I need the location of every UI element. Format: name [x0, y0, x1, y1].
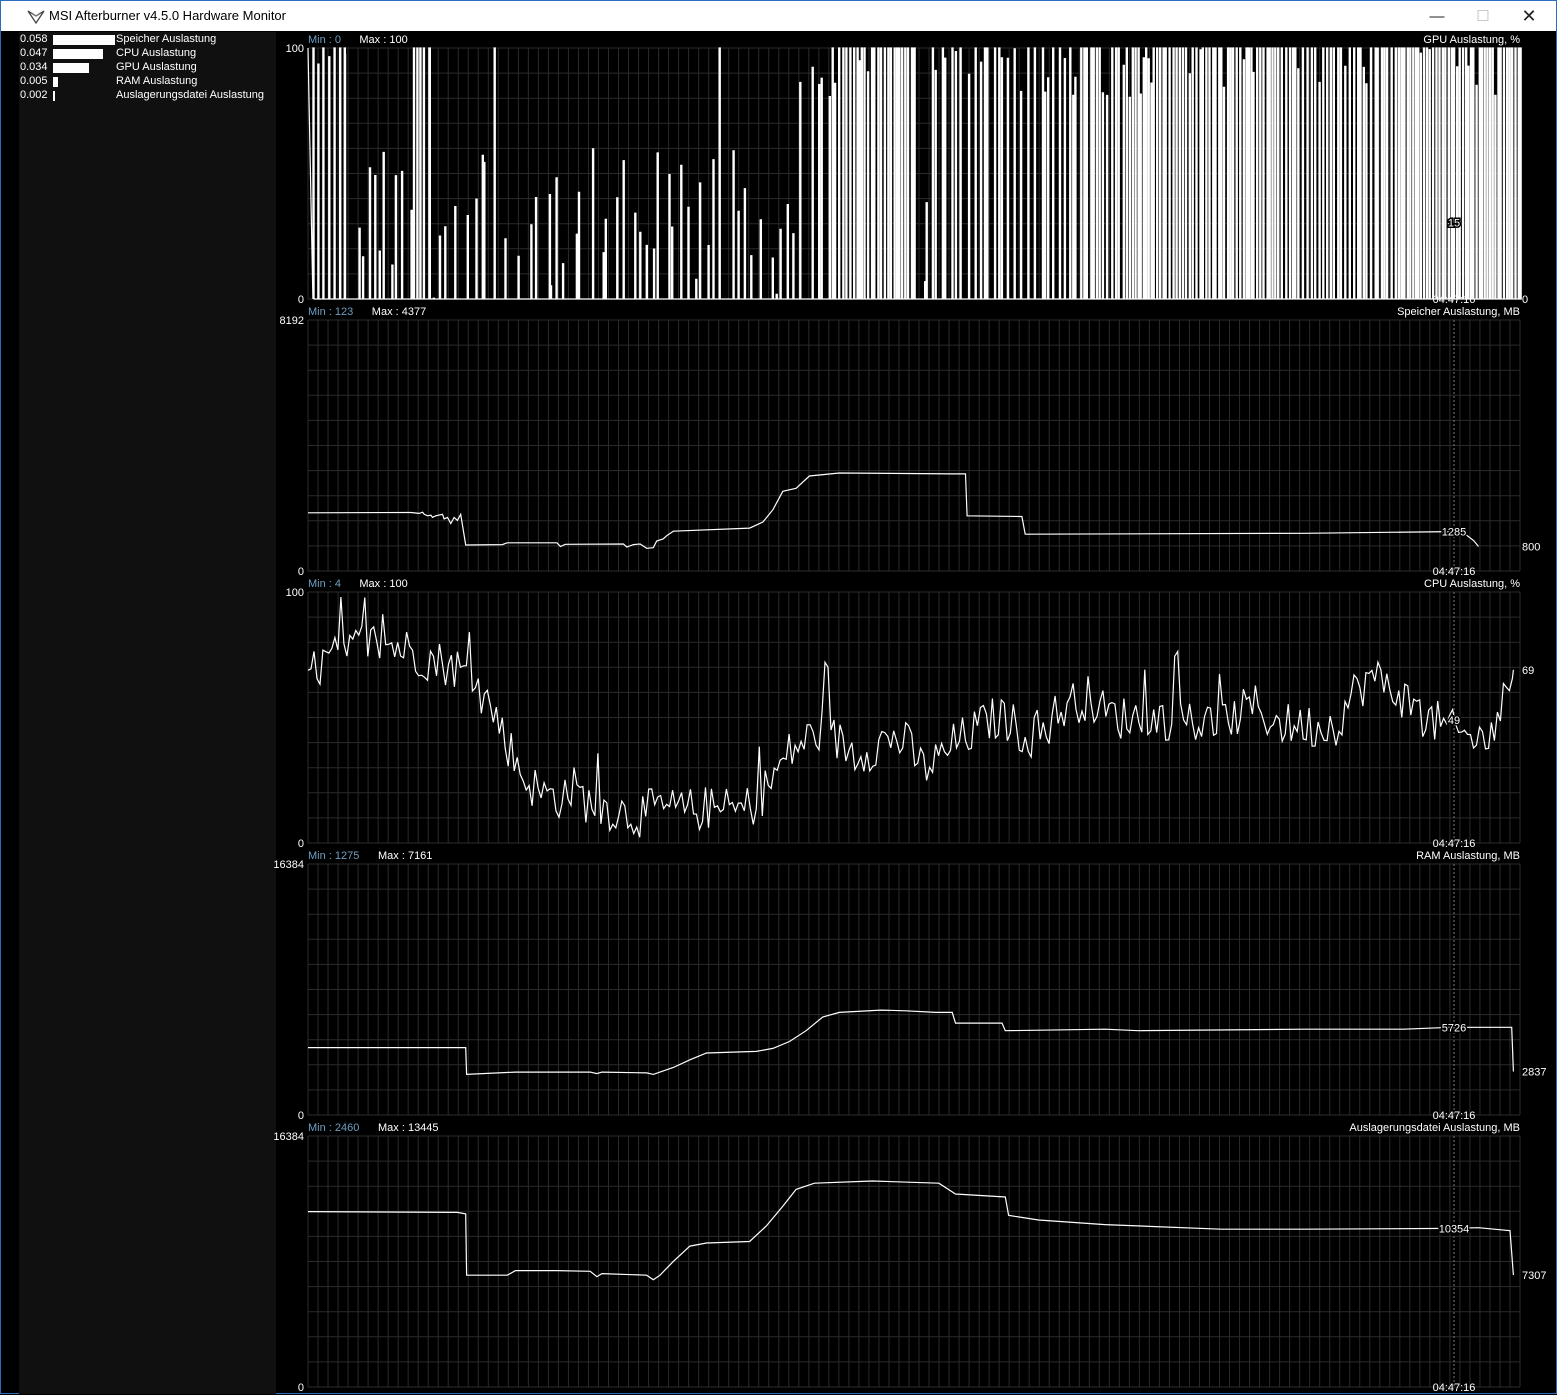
time-label: 04:47:16	[1433, 294, 1476, 306]
y-bottom-label: 0	[298, 1382, 304, 1394]
graph-min-label: Min : 4	[308, 578, 341, 590]
current-value-label: 7307	[1522, 1270, 1546, 1282]
graph-max-label: Max : 4377	[372, 306, 426, 318]
graph-max-label: Max : 100	[359, 578, 407, 590]
y-top-label: 100	[286, 43, 304, 55]
time-label: 04:47:16	[1433, 566, 1476, 578]
cursor-value-label: 1285	[1442, 527, 1466, 539]
current-value-label: 69	[1522, 665, 1534, 677]
y-bottom-label: 0	[298, 566, 304, 578]
graph-grid	[307, 591, 1521, 844]
graph-title: GPU Auslastung, %	[1423, 34, 1520, 46]
y-bottom-label: 0	[298, 1110, 304, 1122]
cursor-value-label: 10354	[1439, 1223, 1470, 1235]
graph-panel	[307, 47, 1522, 300]
current-value-label: 2837	[1522, 1067, 1546, 1079]
hardware-monitor-window: MSI Afterburner v4.5.0 Hardware Monitor …	[0, 0, 1557, 1394]
graph-title: Auslagerungsdatei Auslastung, MB	[1349, 1122, 1520, 1134]
time-label: 04:47:16	[1433, 838, 1476, 850]
graph-panel	[307, 319, 1521, 572]
cursor-value-label: 49	[1448, 715, 1460, 727]
graph-grid	[307, 1135, 1521, 1388]
y-top-label: 8192	[280, 315, 304, 327]
graph-panel	[307, 591, 1521, 844]
monitor-graphs[interactable]: Min : 0 Max : 100 GPU Auslastung, % 100 0 04:…	[1, 1, 1557, 1395]
current-value-label: 800	[1522, 541, 1540, 553]
cursor-value-label: 5726	[1442, 1022, 1466, 1034]
graph-trace-line	[307, 1180, 1514, 1281]
time-label: 04:47:16	[1433, 1382, 1476, 1394]
graph-max-label: Max : 100	[359, 34, 407, 46]
y-top-label: 16384	[273, 1131, 304, 1143]
graph-grid	[307, 863, 1521, 1116]
graph-min-label: Min : 0	[308, 34, 341, 46]
graph-trace-line	[307, 472, 1479, 549]
graph-title: Speicher Auslastung, MB	[1397, 306, 1520, 318]
time-label: 04:47:16	[1433, 1110, 1476, 1122]
graph-title: RAM Auslastung, MB	[1416, 850, 1520, 862]
cursor-value-label: 15	[1448, 217, 1460, 229]
y-bottom-label: 0	[298, 294, 304, 306]
current-value-label: 0	[1522, 294, 1528, 306]
graph-max-label: Max : 7161	[378, 850, 432, 862]
y-top-label: 16384	[273, 859, 304, 871]
graph-min-label: Min : 1275	[308, 850, 359, 862]
y-top-label: 100	[286, 587, 304, 599]
y-bottom-label: 0	[298, 838, 304, 850]
graph-title: CPU Auslastung, %	[1424, 578, 1520, 590]
graph-min-label: Min : 123	[308, 306, 353, 318]
graph-min-label: Min : 2460	[308, 1122, 359, 1134]
graph-panel	[307, 863, 1521, 1116]
graph-max-label: Max : 13445	[378, 1122, 439, 1134]
graph-panel	[307, 1135, 1521, 1388]
